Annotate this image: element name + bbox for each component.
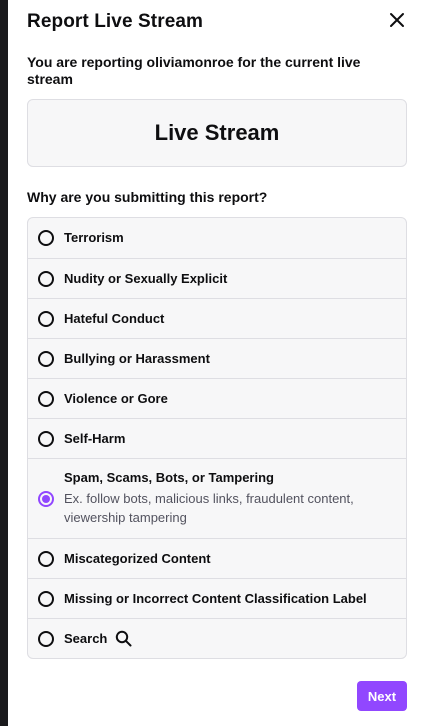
radio-button[interactable] — [38, 270, 54, 287]
reason-option-hateful-conduct[interactable]: Hateful Conduct — [28, 298, 406, 338]
reason-label: Bullying or Harassment — [64, 350, 210, 366]
dialog-header: Report Live Stream — [27, 0, 407, 44]
reason-label: Search — [64, 630, 108, 646]
reason-option-search[interactable]: Search — [28, 618, 406, 658]
radio-button[interactable] — [38, 230, 54, 246]
radio-button[interactable] — [38, 430, 54, 447]
reason-option-miscategorized[interactable]: Miscategorized Content — [28, 538, 406, 578]
background-edge — [0, 0, 8, 726]
reason-option-self-harm[interactable]: Self-Harm — [28, 418, 406, 458]
report-subtitle: You are reporting oliviamonroe for the c… — [27, 54, 361, 87]
reason-option-terrorism[interactable]: Terrorism — [28, 218, 406, 258]
radio-button[interactable] — [38, 590, 54, 607]
report-target-label: Live Stream — [154, 120, 280, 145]
dialog-title: Report Live Stream — [27, 11, 204, 32]
reason-label: Spam, Scams, Bots, or Tampering — [64, 470, 274, 485]
reason-label: Terrorism — [64, 230, 124, 245]
next-button[interactable]: Next — [357, 681, 407, 711]
report-question: Why are you submitting this report? — [27, 189, 268, 205]
close-icon — [389, 12, 405, 33]
reason-label: Miscategorized Content — [64, 550, 211, 566]
reason-option-nudity[interactable]: Nudity or Sexually Explicit — [28, 258, 406, 298]
reason-label: Self-Harm — [64, 430, 126, 446]
dialog-footer: Next — [357, 681, 407, 711]
radio-button[interactable] — [38, 550, 54, 567]
report-target-box: Live Stream — [27, 99, 407, 167]
reason-list: Terrorism Nudity or Sexually Explicit Ha… — [27, 217, 407, 659]
reason-option-ccl[interactable]: Missing or Incorrect Content Classificat… — [28, 578, 406, 618]
reason-label: Missing or Incorrect Content Classificat… — [64, 590, 367, 606]
radio-button[interactable] — [38, 390, 54, 407]
report-dialog: Report Live Stream You are reporting oli… — [8, 0, 421, 726]
radio-button[interactable] — [38, 630, 54, 647]
reason-label: Hateful Conduct — [64, 310, 165, 326]
radio-button[interactable] — [38, 310, 54, 327]
reason-description: Ex. follow bots, malicious links, fraudu… — [64, 491, 354, 525]
reason-option-violence[interactable]: Violence or Gore — [28, 378, 406, 418]
reason-label: Nudity or Sexually Explicit — [64, 270, 228, 286]
radio-button[interactable] — [38, 350, 54, 367]
close-button[interactable] — [383, 8, 411, 36]
reason-option-bullying[interactable]: Bullying or Harassment — [28, 338, 406, 378]
reason-option-spam[interactable]: Spam, Scams, Bots, or Tampering Ex. foll… — [28, 458, 406, 538]
radio-button-selected[interactable] — [38, 491, 54, 507]
search-icon[interactable] — [115, 630, 132, 647]
reason-label: Violence or Gore — [64, 390, 168, 406]
